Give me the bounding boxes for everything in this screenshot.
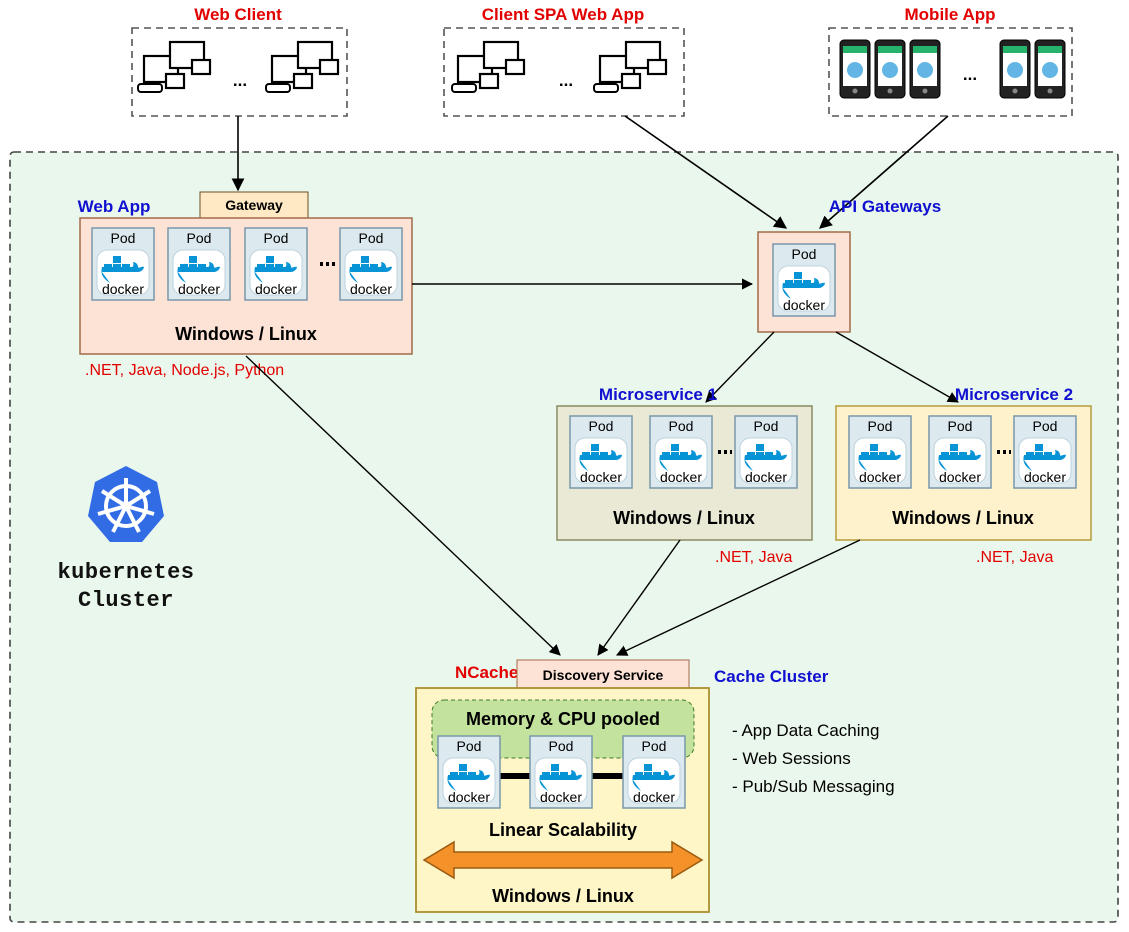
ms1-langs: .NET, Java <box>715 549 792 566</box>
scale-label: Linear Scalability <box>489 820 637 840</box>
pod-label: Pod <box>669 418 694 434</box>
gateway-label: Gateway <box>225 197 283 213</box>
web-app-os: Windows / Linux <box>175 324 317 344</box>
ellipsis-label: ... <box>559 71 573 90</box>
ms2-os: Windows / Linux <box>892 508 1034 528</box>
svg-text:Pod: Pod <box>359 230 384 246</box>
docker-label: docker <box>939 469 981 485</box>
pod-label: Pod <box>792 246 817 262</box>
svg-text:Pod: Pod <box>264 230 289 246</box>
docker-label: docker <box>178 281 220 297</box>
architecture-diagram: Web Client ... Client SPA Web App ... Mo… <box>0 0 1129 932</box>
docker-label: docker <box>102 281 144 297</box>
ncache-brand: NCache <box>455 663 518 682</box>
phone-icon <box>1000 40 1030 98</box>
pod-label: Pod <box>754 418 779 434</box>
docker-label: docker <box>745 469 787 485</box>
phone-icon <box>875 40 905 98</box>
docker-label: docker <box>783 297 825 313</box>
pod-label: Pod <box>1033 418 1058 434</box>
cluster-word: Cluster <box>78 588 174 613</box>
svg-text:Pod: Pod <box>111 230 136 246</box>
docker-label: docker <box>255 281 297 297</box>
docker-label: docker <box>350 281 392 297</box>
feature-pubsub: - Pub/Sub Messaging <box>732 777 895 796</box>
web-app-title: Web App <box>78 197 151 216</box>
docker-label: docker <box>448 789 490 805</box>
spa-title: Client SPA Web App <box>482 5 644 24</box>
feature-caching: - App Data Caching <box>732 721 879 740</box>
ms1-title: Microservice 1 <box>599 385 717 404</box>
docker-label: docker <box>1024 469 1066 485</box>
pod-label: Pod <box>457 738 482 754</box>
pod-label: Pod <box>868 418 893 434</box>
ms1-os: Windows / Linux <box>613 508 755 528</box>
api-gw-title: API Gateways <box>829 197 941 216</box>
pod-label: Pod <box>549 738 574 754</box>
pool-label: Memory & CPU pooled <box>466 709 660 729</box>
phone-icon <box>910 40 940 98</box>
docker-label: docker <box>540 789 582 805</box>
feature-sessions: - Web Sessions <box>732 749 851 768</box>
discovery-label: Discovery Service <box>543 667 664 683</box>
kube-word: kubernetes <box>57 560 194 585</box>
ms2-langs: .NET, Java <box>976 549 1053 566</box>
phone-icon <box>840 40 870 98</box>
cache-cluster-title: Cache Cluster <box>714 667 829 686</box>
pod-label: Pod <box>642 738 667 754</box>
docker-label: docker <box>580 469 622 485</box>
docker-label: docker <box>633 789 675 805</box>
ncache-os: Windows / Linux <box>492 886 634 906</box>
web-client-title: Web Client <box>194 5 282 24</box>
phone-icon <box>1035 40 1065 98</box>
ms2-title: Microservice 2 <box>955 385 1073 404</box>
mobile-title: Mobile App <box>905 5 996 24</box>
pod-label: Pod <box>948 418 973 434</box>
docker-label: docker <box>859 469 901 485</box>
docker-label: docker <box>660 469 702 485</box>
ellipsis-label: ... <box>963 65 977 84</box>
svg-text:Pod: Pod <box>187 230 212 246</box>
pod-label: Pod <box>589 418 614 434</box>
ellipsis-label: ... <box>233 71 247 90</box>
